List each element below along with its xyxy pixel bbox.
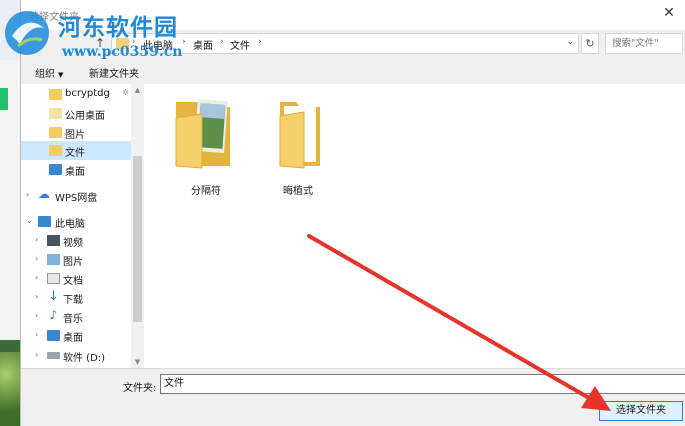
tree-item-music[interactable]: › ♪ 音乐	[21, 307, 131, 326]
tree-item-label: 视频	[63, 238, 83, 249]
scroll-up-icon[interactable]: ▲	[131, 84, 144, 96]
breadcrumb-desktop[interactable]: 桌面	[193, 37, 213, 52]
chevron-right-icon[interactable]: ›	[35, 292, 38, 301]
select-folder-dialog: 选择文件夹 ✕ ↑ › 此电脑 › 桌面 › 文件 › ⌄ ↻ 搜索"文件" 组…	[20, 0, 685, 426]
tree-item-wps-cloud[interactable]: › ☁ WPS网盘	[21, 186, 131, 205]
new-folder-button[interactable]: 新建文件夹	[89, 65, 139, 80]
video-icon	[47, 235, 60, 246]
tree-item-desktop[interactable]: 桌面	[21, 160, 131, 179]
chevron-right-icon[interactable]: ›	[182, 37, 186, 47]
background-app-tab	[0, 88, 8, 110]
desktop-background	[0, 0, 20, 426]
tree-item-label: bcryptdg	[65, 88, 110, 99]
chevron-right-icon[interactable]: ›	[35, 330, 38, 339]
folder-item[interactable]: 晦植式	[258, 96, 338, 197]
watermark-url: www.pc0359.cn	[62, 44, 183, 60]
folder-icon	[279, 102, 320, 169]
tree-item-pictures[interactable]: › 图片	[21, 250, 131, 269]
folder-name: 分隔符	[191, 186, 221, 197]
folder-icon	[49, 145, 62, 156]
file-list[interactable]: 分隔符 晦植式	[144, 84, 685, 368]
tree-item-label: 桌面	[65, 167, 85, 178]
tree-item-public-desktop[interactable]: 公用桌面	[21, 104, 131, 123]
tree-item-bcryptdg[interactable]: bcryptdg ✲	[21, 85, 131, 104]
pin-icon[interactable]: ✲	[122, 88, 129, 97]
folder-icon	[49, 108, 62, 119]
tree-item-label: 此电脑	[55, 219, 85, 230]
tree-item-label: WPS网盘	[55, 193, 98, 204]
folder-label: 文件夹:	[123, 383, 157, 394]
drive-icon	[47, 352, 60, 359]
navigation-pane[interactable]: bcryptdg ✲ 公用桌面 图片 文件 桌面 › ☁ WPS网盘 ⌄ 此电脑	[21, 84, 144, 368]
refresh-button[interactable]: ↻	[581, 33, 599, 54]
select-folder-button[interactable]: 选择文件夹	[599, 401, 683, 421]
toolbar: 组织 ▼ 新建文件夹	[21, 60, 685, 82]
tree-item-label: 公用桌面	[65, 111, 105, 122]
tree-item-label: 音乐	[63, 314, 83, 325]
chevron-right-icon[interactable]: ›	[258, 37, 262, 47]
desktop-icon	[49, 164, 62, 175]
background-wallpaper	[0, 352, 20, 426]
dialog-footer: 文件夹: 文件 选择文件夹	[21, 368, 685, 426]
tree-item-documents[interactable]: › 文档	[21, 269, 131, 288]
tree-item-label: 图片	[63, 257, 83, 268]
computer-icon	[38, 216, 51, 227]
chevron-right-icon[interactable]: ›	[26, 190, 29, 199]
desktop-icon	[47, 330, 60, 341]
scroll-thumb[interactable]	[133, 156, 142, 322]
folder-name: 晦植式	[283, 186, 313, 197]
documents-icon	[47, 273, 60, 284]
pictures-icon	[47, 254, 60, 265]
chevron-right-icon[interactable]: ›	[220, 37, 224, 47]
breadcrumb-files[interactable]: 文件	[230, 37, 250, 52]
cloud-icon: ☁	[38, 187, 50, 201]
chevron-right-icon[interactable]: ›	[35, 350, 38, 359]
watermark-title: 河东软件园	[58, 14, 178, 41]
music-icon: ♪	[49, 308, 58, 322]
tree-item-files[interactable]: 文件	[21, 141, 131, 160]
watermark-logo-icon	[5, 11, 49, 55]
chevron-right-icon[interactable]: ›	[35, 235, 38, 244]
chevron-right-icon[interactable]: ›	[35, 311, 38, 320]
folder-icon	[49, 127, 62, 138]
close-button[interactable]: ✕	[652, 0, 685, 26]
organize-menu[interactable]: 组织 ▼	[35, 65, 63, 80]
nav-scrollbar[interactable]: ▲ ▼	[131, 84, 144, 368]
tree-item-drive-d[interactable]: › 软件 (D:)	[21, 346, 131, 365]
folder-name-input[interactable]: 文件	[160, 374, 685, 394]
tree-item-label: 文件	[65, 148, 85, 159]
scroll-down-icon[interactable]: ▼	[131, 356, 144, 368]
tree-item-this-pc[interactable]: ⌄ 此电脑	[21, 212, 131, 231]
chevron-right-icon[interactable]: ›	[35, 273, 38, 282]
search-input[interactable]: 搜索"文件"	[605, 33, 683, 54]
organize-label: 组织	[35, 69, 55, 80]
tree-item-downloads[interactable]: › ↓ 下载	[21, 288, 131, 307]
chevron-down-icon[interactable]: ⌄	[26, 216, 33, 225]
tree-item-videos[interactable]: › 视频	[21, 231, 131, 250]
chevron-down-icon[interactable]: ⌄	[566, 37, 574, 47]
tree-item-label: 下载	[63, 295, 83, 306]
caret-down-icon: ▼	[58, 71, 64, 79]
tree-item-label: 文档	[63, 276, 83, 287]
tree-item-desktop-pc[interactable]: › 桌面	[21, 326, 131, 345]
folder-with-image-icon	[175, 99, 230, 169]
tree-item-pictures-folder[interactable]: 图片	[21, 123, 131, 142]
tree-item-label: 图片	[65, 130, 85, 141]
tree-item-label: 桌面	[63, 333, 83, 344]
chevron-right-icon[interactable]: ›	[35, 254, 38, 263]
folder-item[interactable]: 分隔符	[166, 96, 246, 197]
tree-item-label: 软件 (D:)	[63, 353, 106, 364]
download-icon: ↓	[48, 289, 59, 304]
folder-icon	[49, 89, 62, 100]
